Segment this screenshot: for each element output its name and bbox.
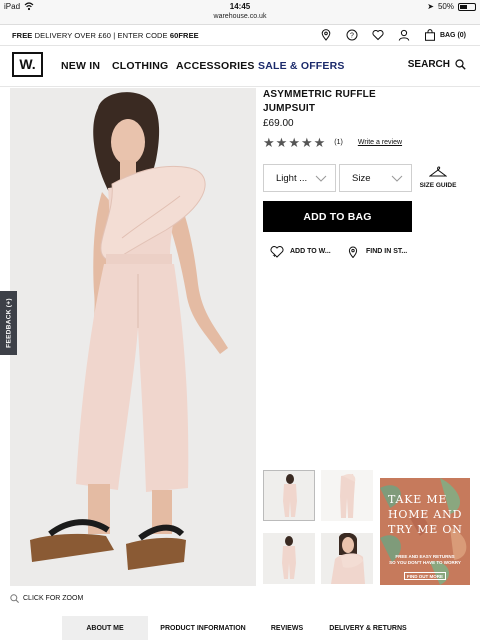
- warehouse-logo[interactable]: W.: [12, 52, 43, 77]
- main-nav: W. NEW IN CLOTHING ACCESSORIES SALE & OF…: [0, 47, 480, 87]
- product-main-image[interactable]: [10, 88, 256, 586]
- model-photo: [10, 88, 256, 586]
- take-me-home-promo[interactable]: TAKE ME HOME AND TRY ME ON FREE AND EASY…: [380, 478, 470, 585]
- feedback-label: FEEDBACK (+): [5, 298, 12, 348]
- feedback-tab[interactable]: FEEDBACK (+): [0, 291, 17, 355]
- thumbnail-2[interactable]: [321, 470, 373, 521]
- search-button[interactable]: SEARCH: [408, 59, 466, 70]
- bag-label: BAG (0): [439, 31, 466, 39]
- star-icon: ★: [300, 135, 313, 150]
- add-to-wishlist-label: ADD TO W...: [290, 248, 331, 255]
- tab-delivery-returns[interactable]: DELIVERY & RETURNS: [316, 616, 420, 640]
- thumbnail-image: [264, 471, 314, 520]
- find-in-store-label: FIND IN ST...: [366, 248, 408, 255]
- thumbnail-1[interactable]: [263, 470, 315, 521]
- size-select[interactable]: Size: [339, 164, 412, 192]
- tab-reviews[interactable]: REVIEWS: [258, 616, 316, 640]
- battery-percent: 50%: [437, 2, 454, 11]
- delivery-promo-text: FREE DELIVERY OVER £60 | ENTER CODE 60FR…: [12, 31, 199, 40]
- add-to-wishlist-button[interactable]: + ADD TO W...: [270, 245, 331, 258]
- nav-accessories[interactable]: ACCESSORIES: [176, 60, 255, 72]
- help-icon[interactable]: ?: [346, 29, 358, 41]
- product-title: ASYMMETRIC RUFFLE JUMPSUIT: [263, 89, 376, 114]
- size-guide-link[interactable]: SIZE GUIDE: [418, 166, 458, 189]
- thumbnail-image: [263, 533, 315, 584]
- tab-about-me[interactable]: ABOUT ME: [62, 616, 148, 640]
- star-icon: ★: [275, 135, 288, 150]
- search-icon: [455, 59, 466, 70]
- tab-product-information[interactable]: PRODUCT INFORMATION: [148, 616, 258, 640]
- chevron-down-icon: [391, 175, 403, 182]
- nav-sale-offers[interactable]: SALE & OFFERS: [258, 60, 345, 72]
- nav-new-in[interactable]: NEW IN: [61, 60, 100, 72]
- svg-text:+: +: [273, 254, 277, 258]
- heart-icon[interactable]: [372, 29, 384, 41]
- colour-select[interactable]: Light ...: [263, 164, 336, 192]
- url-bar[interactable]: warehouse.co.uk: [0, 13, 480, 25]
- promo-subtext: FREE AND EASY RETURNS SO YOU DON'T HAVE …: [389, 554, 461, 565]
- zoom-icon: [10, 594, 19, 603]
- product-price: £69.00: [263, 118, 294, 129]
- rating-count: (1): [334, 139, 343, 146]
- thumbnail-3[interactable]: [263, 533, 315, 584]
- hanger-icon: [429, 166, 447, 177]
- zoom-label: CLICK FOR ZOOM: [23, 595, 84, 602]
- battery-icon: [458, 2, 476, 11]
- zoom-hint[interactable]: CLICK FOR ZOOM: [10, 594, 83, 603]
- add-to-bag-button[interactable]: ADD TO BAG: [263, 201, 412, 232]
- location-pin-icon: [348, 246, 358, 258]
- write-review-link[interactable]: Write a review: [358, 139, 402, 146]
- promo-strip: FREE DELIVERY OVER £60 | ENTER CODE 60FR…: [0, 26, 480, 46]
- size-select-value: Size: [352, 172, 371, 184]
- star-icon: ★: [288, 135, 300, 150]
- nav-clothing[interactable]: CLOTHING: [112, 60, 168, 72]
- product-tabs: ABOUT ME PRODUCT INFORMATION REVIEWS DEL…: [0, 616, 480, 640]
- colour-select-value: Light ...: [276, 172, 308, 184]
- star-icon: ★: [263, 135, 275, 150]
- find-in-store-button[interactable]: FIND IN ST...: [346, 245, 407, 258]
- search-label: SEARCH: [407, 59, 450, 70]
- clock: 14:45: [229, 2, 251, 11]
- location-pin-icon[interactable]: [320, 29, 332, 41]
- svg-text:?: ?: [350, 33, 354, 40]
- bag-button[interactable]: BAG (0): [424, 29, 466, 41]
- heart-plus-icon: +: [270, 246, 284, 258]
- bag-icon: [424, 29, 435, 41]
- status-bar: iPad 14:45 ➤ 50%: [0, 0, 480, 13]
- find-out-more-button[interactable]: FIND OUT MORE: [404, 572, 446, 580]
- chevron-down-icon: [315, 175, 327, 182]
- size-guide-label: SIZE GUIDE: [419, 182, 457, 189]
- star-icon: ★: [313, 135, 326, 150]
- product-rating: ★ ★ ★ ★ ★ (1) Write a review: [263, 136, 402, 149]
- thumbnail-4[interactable]: [321, 533, 373, 584]
- promo-headline: TAKE ME HOME AND TRY ME ON: [388, 493, 463, 536]
- location-arrow-icon: ➤: [427, 2, 434, 11]
- thumbnail-image: [321, 470, 373, 521]
- account-icon[interactable]: [398, 29, 410, 41]
- thumbnail-image: [321, 533, 373, 584]
